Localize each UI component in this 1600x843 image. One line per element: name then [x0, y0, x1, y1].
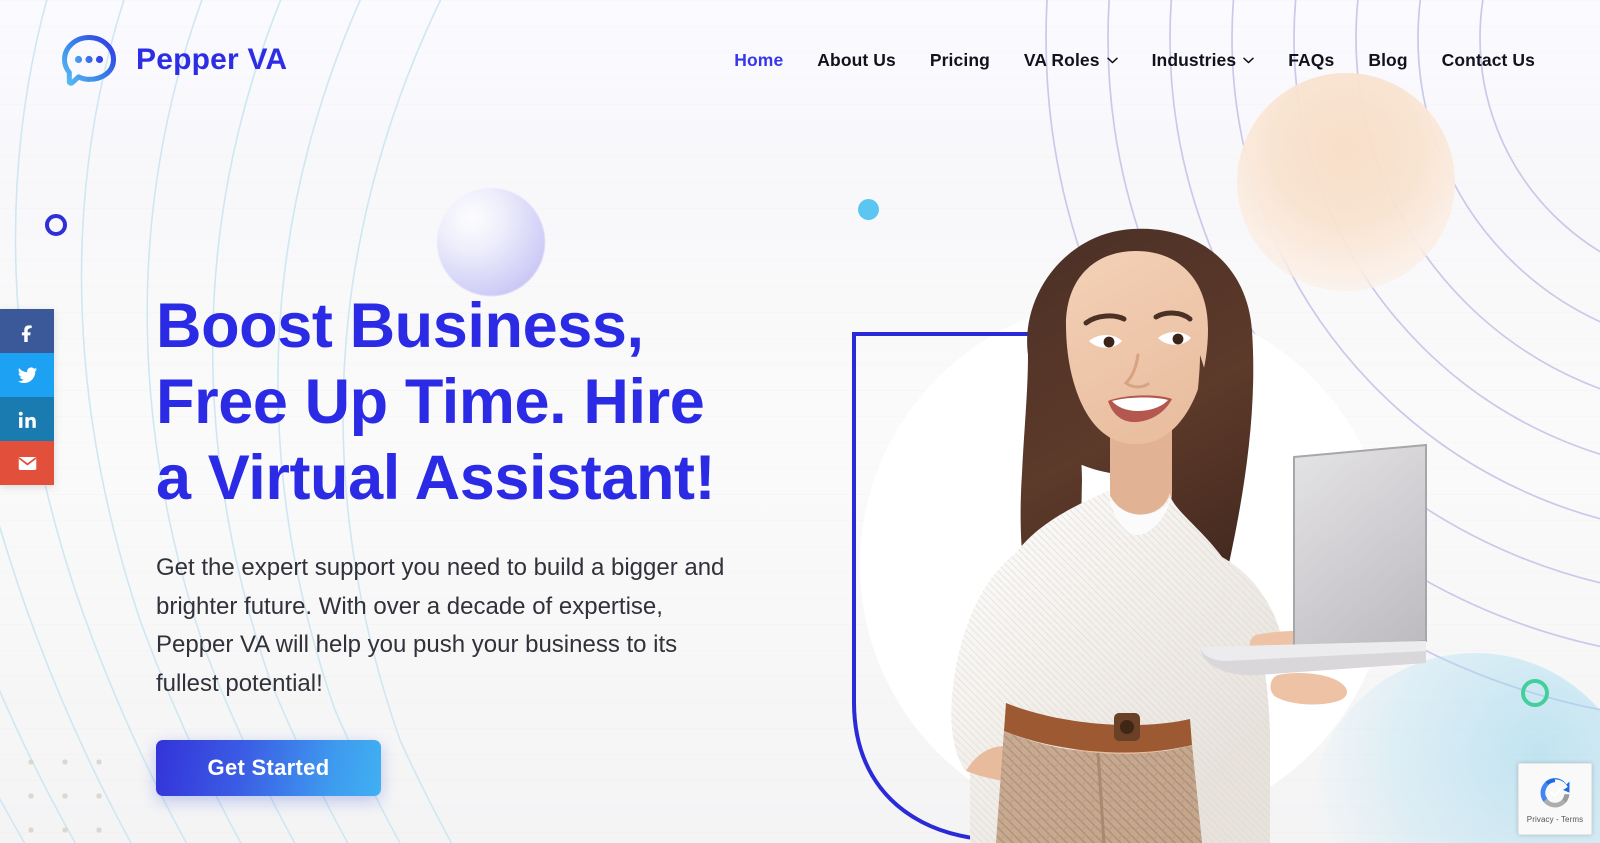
nav-item-contact-us[interactable]: Contact Us: [1425, 42, 1552, 79]
nav-item-industries[interactable]: Industries: [1135, 42, 1272, 79]
nav-item-va-roles[interactable]: VA Roles: [1007, 42, 1135, 79]
brand-logo-link[interactable]: Pepper VA: [56, 28, 287, 92]
woman-holding-laptop-illustration: [951, 228, 1427, 843]
nav-item-home[interactable]: Home: [717, 42, 800, 79]
nav-item-about-us[interactable]: About Us: [800, 42, 913, 79]
blue-ring-decoration: [45, 214, 67, 236]
nav-item-faqs[interactable]: FAQs: [1271, 42, 1351, 79]
social-button-facebook[interactable]: [0, 309, 54, 353]
hero-title-line-2: Free Up Time. Hire: [156, 367, 705, 437]
envelope-icon: [18, 456, 36, 470]
speech-bubble-dots-icon: [62, 35, 116, 86]
nav-label-va-roles: VA Roles: [1023, 49, 1100, 70]
facebook-icon: [21, 324, 32, 342]
nav-label-pricing: Pricing: [929, 49, 990, 70]
twitter-icon: [17, 366, 37, 383]
recaptcha-privacy-terms: Privacy - Terms: [1526, 815, 1584, 824]
hero-title: Boost Business, Free Up Time. Hire a Vir…: [156, 288, 776, 516]
nav-label-faqs: FAQs: [1288, 49, 1335, 70]
site-header: Pepper VA Home About Us Pricing VA Roles…: [0, 0, 1600, 120]
nav-label-about-us: About Us: [817, 49, 896, 70]
nav-label-blog: Blog: [1368, 49, 1408, 70]
get-started-button[interactable]: Get Started: [156, 740, 381, 796]
linkedin-icon: [18, 411, 36, 428]
nav-label-industries: Industries: [1151, 49, 1237, 70]
nav-label-home: Home: [734, 49, 784, 70]
recaptcha-icon: [1540, 778, 1570, 808]
green-ring-decoration: [1521, 679, 1549, 707]
social-share-rail: [0, 309, 54, 485]
hero-content: Boost Business, Free Up Time. Hire a Vir…: [156, 288, 776, 796]
lavender-sphere-decoration: [437, 188, 545, 296]
social-button-email[interactable]: [0, 441, 54, 485]
hero-title-line-1: Boost Business,: [156, 291, 644, 361]
nav-item-pricing[interactable]: Pricing: [913, 42, 1007, 79]
hero-image-woman-with-laptop: [870, 205, 1430, 843]
recaptcha-badge[interactable]: Privacy - Terms: [1518, 763, 1592, 835]
brand-name: Pepper VA: [136, 43, 288, 76]
main-navigation: Home About Us Pricing VA Roles Industrie…: [717, 42, 1552, 79]
social-button-linkedin[interactable]: [0, 397, 54, 441]
social-button-twitter[interactable]: [0, 353, 54, 397]
nav-label-contact-us: Contact Us: [1441, 49, 1535, 70]
chevron-down-icon: [1243, 57, 1254, 63]
nav-item-blog[interactable]: Blog: [1351, 42, 1424, 79]
hero-subtitle: Get the expert support you need to build…: [156, 554, 725, 697]
dot-grid-decoration: [8, 739, 104, 835]
hero-page: Pepper VA Home About Us Pricing VA Roles…: [0, 0, 1600, 843]
chevron-down-icon: [1106, 57, 1118, 63]
hero-title-line-3: a Virtual Assistant!: [156, 443, 716, 513]
